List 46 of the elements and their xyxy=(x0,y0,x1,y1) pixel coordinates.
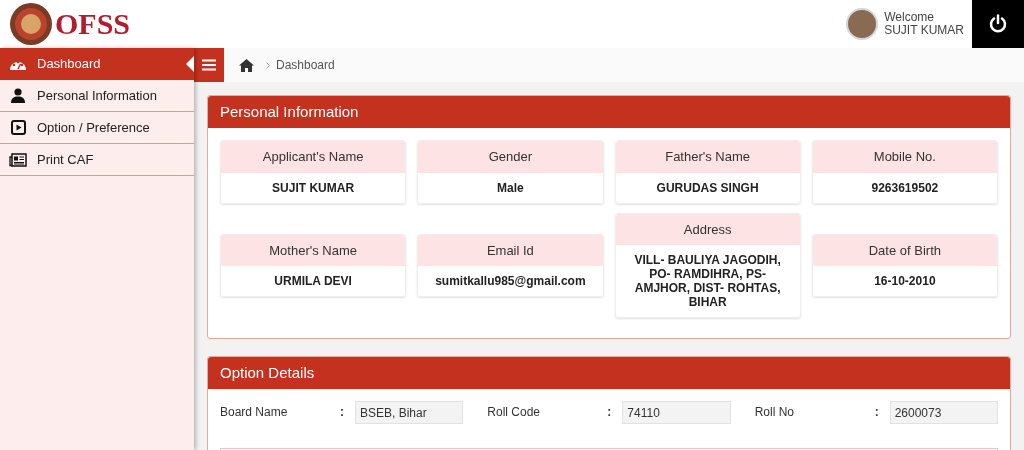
card-title: Personal Information xyxy=(208,96,1010,128)
power-button[interactable] xyxy=(972,0,1024,48)
menu-icon xyxy=(202,59,216,71)
field-value: 16-10-2010 xyxy=(873,273,937,290)
user-icon xyxy=(9,88,27,103)
field-label: Board Name xyxy=(220,404,289,421)
field-value: URMILA DEVI xyxy=(273,273,353,290)
logo-text: OFSS xyxy=(55,9,131,39)
card-title: Option Details xyxy=(208,357,1010,389)
field-label: Date of Birth xyxy=(812,234,997,266)
sidebar-item[interactable]: Print CAF xyxy=(0,144,194,176)
welcome-text: Welcome xyxy=(884,11,935,24)
field-value: GURUDAS SINGH xyxy=(655,179,760,197)
colon-text: : xyxy=(874,404,880,421)
field-label: Mobile No. xyxy=(812,141,997,173)
play-icon xyxy=(9,120,27,135)
field-label: Father's Name xyxy=(615,141,800,173)
input-field[interactable]: BSEB, Bihar xyxy=(355,401,464,424)
field-label: Address xyxy=(615,213,800,245)
field-label: Applicant's Name xyxy=(221,141,406,173)
newspaper-icon xyxy=(9,152,27,167)
field-value: SUJIT KUMAR xyxy=(271,179,356,197)
field-label: Roll No xyxy=(754,404,795,421)
field-value: Male xyxy=(496,179,525,197)
power-icon xyxy=(988,14,1008,34)
emblem-logo xyxy=(9,2,53,46)
user-name: SUJIT KUMAR xyxy=(884,24,964,37)
colon-text: : xyxy=(340,404,345,421)
avatar xyxy=(846,8,879,40)
field-value: 9263619502 xyxy=(870,179,940,197)
home-icon[interactable] xyxy=(239,58,254,72)
field-label: Gender xyxy=(418,141,603,173)
field-label: Mother's Name xyxy=(221,234,406,266)
field-label: Email Id xyxy=(418,234,603,266)
input-field[interactable]: 74110 xyxy=(622,401,731,424)
sidebar-item[interactable]: Personal Information xyxy=(0,80,194,112)
chevron-icon xyxy=(266,61,270,69)
field-value: VILL- BAULIYA JAGODIH, PO- RAMDIHRA, PS- AMJHOR, DIST- ROHTAS, BIHAR xyxy=(633,252,782,311)
sidebar-item[interactable]: Dashboard xyxy=(0,48,194,80)
field-value: sumitkallu985@gmail.com xyxy=(434,273,587,290)
colon-text: : xyxy=(607,404,613,421)
sidebar-item[interactable]: Option / Preference xyxy=(0,112,194,144)
menu-button[interactable] xyxy=(194,48,224,82)
breadcrumb-link[interactable]: Dashboard xyxy=(276,56,335,74)
field-label: Roll Code xyxy=(487,404,542,421)
input-field[interactable]: 2600073 xyxy=(889,401,998,424)
